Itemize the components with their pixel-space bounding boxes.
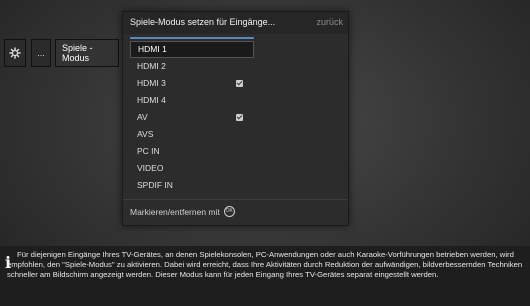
list-item-label: AV bbox=[137, 112, 148, 122]
list-item[interactable]: HDMI 4 bbox=[130, 92, 254, 109]
list-item-label: HDMI 2 bbox=[137, 61, 166, 71]
list-item-label: HDMI 1 bbox=[138, 44, 167, 54]
list-item[interactable]: HDMI 1 bbox=[130, 41, 254, 58]
game-mode-dialog: Spiele-Modus setzen für Eingänge... zurü… bbox=[122, 11, 349, 226]
tv-screen: ... Spiele - Modus Spiele-Modus setzen f… bbox=[0, 0, 530, 306]
list-item[interactable]: HDMI 2 bbox=[130, 58, 254, 75]
list-item-label: AVS bbox=[137, 129, 154, 139]
list-item[interactable]: SPDIF IN bbox=[130, 177, 254, 194]
back-button[interactable]: zurück bbox=[316, 17, 343, 27]
info-bar: i Für diejenigen Eingänge Ihres TV-Gerät… bbox=[0, 246, 530, 306]
list-item[interactable]: AV bbox=[130, 109, 254, 126]
list-item-label: HDMI 4 bbox=[137, 95, 166, 105]
dialog-header: Spiele-Modus setzen für Eingänge... zurü… bbox=[123, 12, 348, 34]
dialog-title: Spiele-Modus setzen für Eingänge... bbox=[130, 17, 276, 27]
settings-tile[interactable] bbox=[4, 39, 26, 67]
gear-icon bbox=[9, 47, 21, 59]
input-list: HDMI 1 HDMI 2 HDMI 3 HDMI 4 AV AVS PC IN bbox=[130, 41, 254, 194]
list-item[interactable]: HDMI 3 bbox=[130, 75, 254, 92]
list-item[interactable]: VIDEO bbox=[130, 160, 254, 177]
footer-hint: Markieren/entfernen mit bbox=[130, 206, 220, 217]
focus-accent-bar bbox=[130, 37, 254, 39]
dialog-divider bbox=[123, 199, 348, 200]
list-item-label: SPDIF IN bbox=[137, 180, 173, 190]
ok-button-icon: OK bbox=[223, 206, 235, 217]
list-item[interactable]: PC IN bbox=[130, 143, 254, 160]
menu-strip: ... Spiele - Modus bbox=[4, 39, 122, 67]
more-label: ... bbox=[37, 48, 45, 58]
game-mode-tile[interactable]: Spiele - Modus bbox=[55, 39, 119, 67]
list-item-label: PC IN bbox=[137, 146, 160, 156]
checkbox-checked-icon[interactable] bbox=[236, 114, 243, 121]
info-text: Für diejenigen Eingänge Ihres TV-Gerätes… bbox=[7, 250, 523, 279]
dialog-footer: Markieren/entfernen mit OK bbox=[130, 206, 235, 217]
list-item[interactable]: AVS bbox=[130, 126, 254, 143]
more-tile[interactable]: ... bbox=[31, 39, 51, 67]
list-item-label: HDMI 3 bbox=[137, 78, 166, 88]
checkbox-checked-icon[interactable] bbox=[236, 80, 243, 87]
list-item-label: VIDEO bbox=[137, 163, 164, 173]
game-mode-label: Spiele - Modus bbox=[62, 43, 93, 63]
